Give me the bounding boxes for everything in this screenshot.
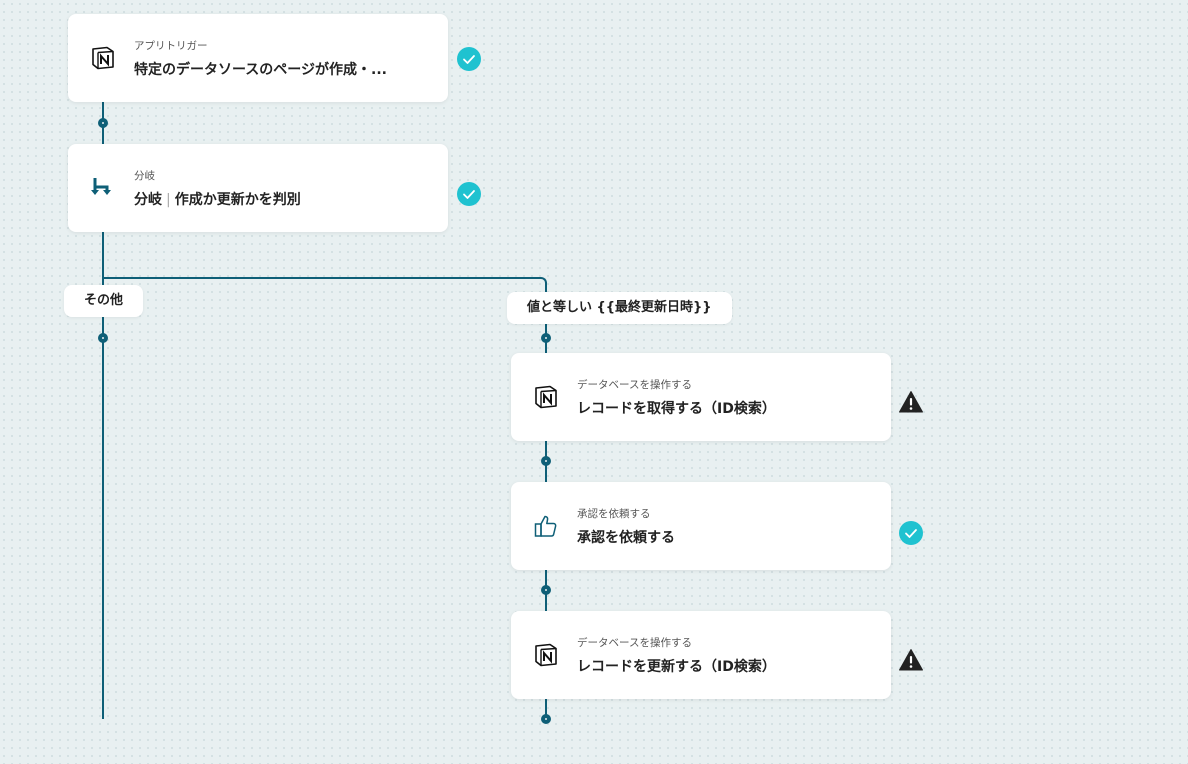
title-separator: | — [166, 192, 171, 208]
add-step-button[interactable] — [98, 333, 108, 343]
add-step-button[interactable] — [541, 585, 551, 595]
branch-connector-line — [102, 277, 540, 279]
node-title: 承認を依頼する — [577, 530, 675, 546]
notion-logo-icon — [535, 385, 557, 409]
check-circle-icon — [899, 521, 923, 545]
node-title: レコードを更新する（ID検索） — [577, 659, 776, 675]
branch-label-other[interactable]: その他 — [64, 285, 144, 317]
warning-icon — [899, 391, 923, 413]
database-get-record-node-card[interactable]: データベースを操作する レコードを取得する（ID検索） — [511, 353, 891, 441]
notion-logo-icon — [92, 46, 114, 70]
node-type-label: データベースを操作する — [577, 637, 692, 649]
node-type-label: データベースを操作する — [577, 379, 692, 391]
branch-node-card[interactable]: 分岐 分岐 | 作成か更新かを判別 — [68, 144, 448, 232]
node-type-label: アプリトリガー — [134, 40, 208, 52]
trigger-node-card[interactable]: アプリトリガー 特定のデータソースのページが作成・... — [68, 14, 448, 102]
add-step-button[interactable] — [98, 118, 108, 128]
node-type-label: 分岐 — [134, 170, 155, 182]
check-circle-icon — [457, 47, 481, 71]
branch-label-equals[interactable]: 値と等しい {{最終更新日時}} — [507, 292, 732, 324]
approval-request-node-card[interactable]: 承認を依頼する 承認を依頼する — [511, 482, 891, 570]
add-step-button[interactable] — [541, 714, 551, 724]
database-update-record-node-card[interactable]: データベースを操作する レコードを更新する（ID検索） — [511, 611, 891, 699]
node-title-sub: 作成か更新かを判別 — [174, 192, 301, 208]
warning-icon — [899, 649, 923, 671]
node-title: 特定のデータソースのページが作成・... — [134, 62, 387, 78]
add-step-button[interactable] — [541, 456, 551, 466]
thumbs-up-icon — [534, 515, 557, 537]
check-circle-icon — [457, 182, 481, 206]
node-type-label: 承認を依頼する — [577, 508, 651, 520]
branch-icon — [91, 178, 111, 195]
notion-logo-icon — [535, 643, 557, 667]
node-title-main: 分岐 — [134, 192, 162, 208]
add-step-button[interactable] — [541, 333, 551, 343]
node-title: レコードを取得する（ID検索） — [577, 401, 776, 417]
node-title: 分岐 | 作成か更新かを判別 — [134, 189, 301, 209]
